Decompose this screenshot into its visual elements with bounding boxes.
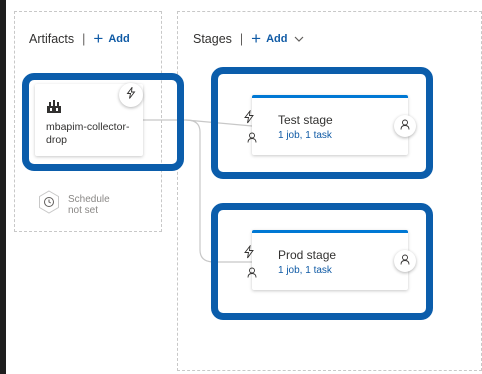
clock-icon [37,190,61,219]
artifacts-header: Artifacts | + Add [29,30,130,47]
plus-icon: + [93,29,104,48]
schedule-line1: Schedule [68,193,110,205]
artifacts-title: Artifacts [29,31,75,46]
schedule-label: Schedule not set [68,194,110,216]
highlight-box-artifact [22,73,184,171]
add-artifact-button[interactable]: + Add [93,30,129,47]
highlight-box-test-stage [211,67,433,179]
schedule-line2: not set [68,204,99,216]
add-stage-button[interactable]: + Add [251,30,303,47]
stages-header: Stages | + Add [193,30,304,47]
header-separator: | [82,31,86,46]
schedule-trigger[interactable]: Schedule not set [37,190,110,219]
stages-title: Stages [193,31,232,46]
add-artifact-label: Add [108,32,130,45]
chevron-down-icon [294,33,304,45]
add-stage-label: Add [266,32,288,45]
highlight-box-prod-stage [211,203,433,320]
plus-icon: + [251,29,262,48]
header-separator: | [239,31,244,46]
